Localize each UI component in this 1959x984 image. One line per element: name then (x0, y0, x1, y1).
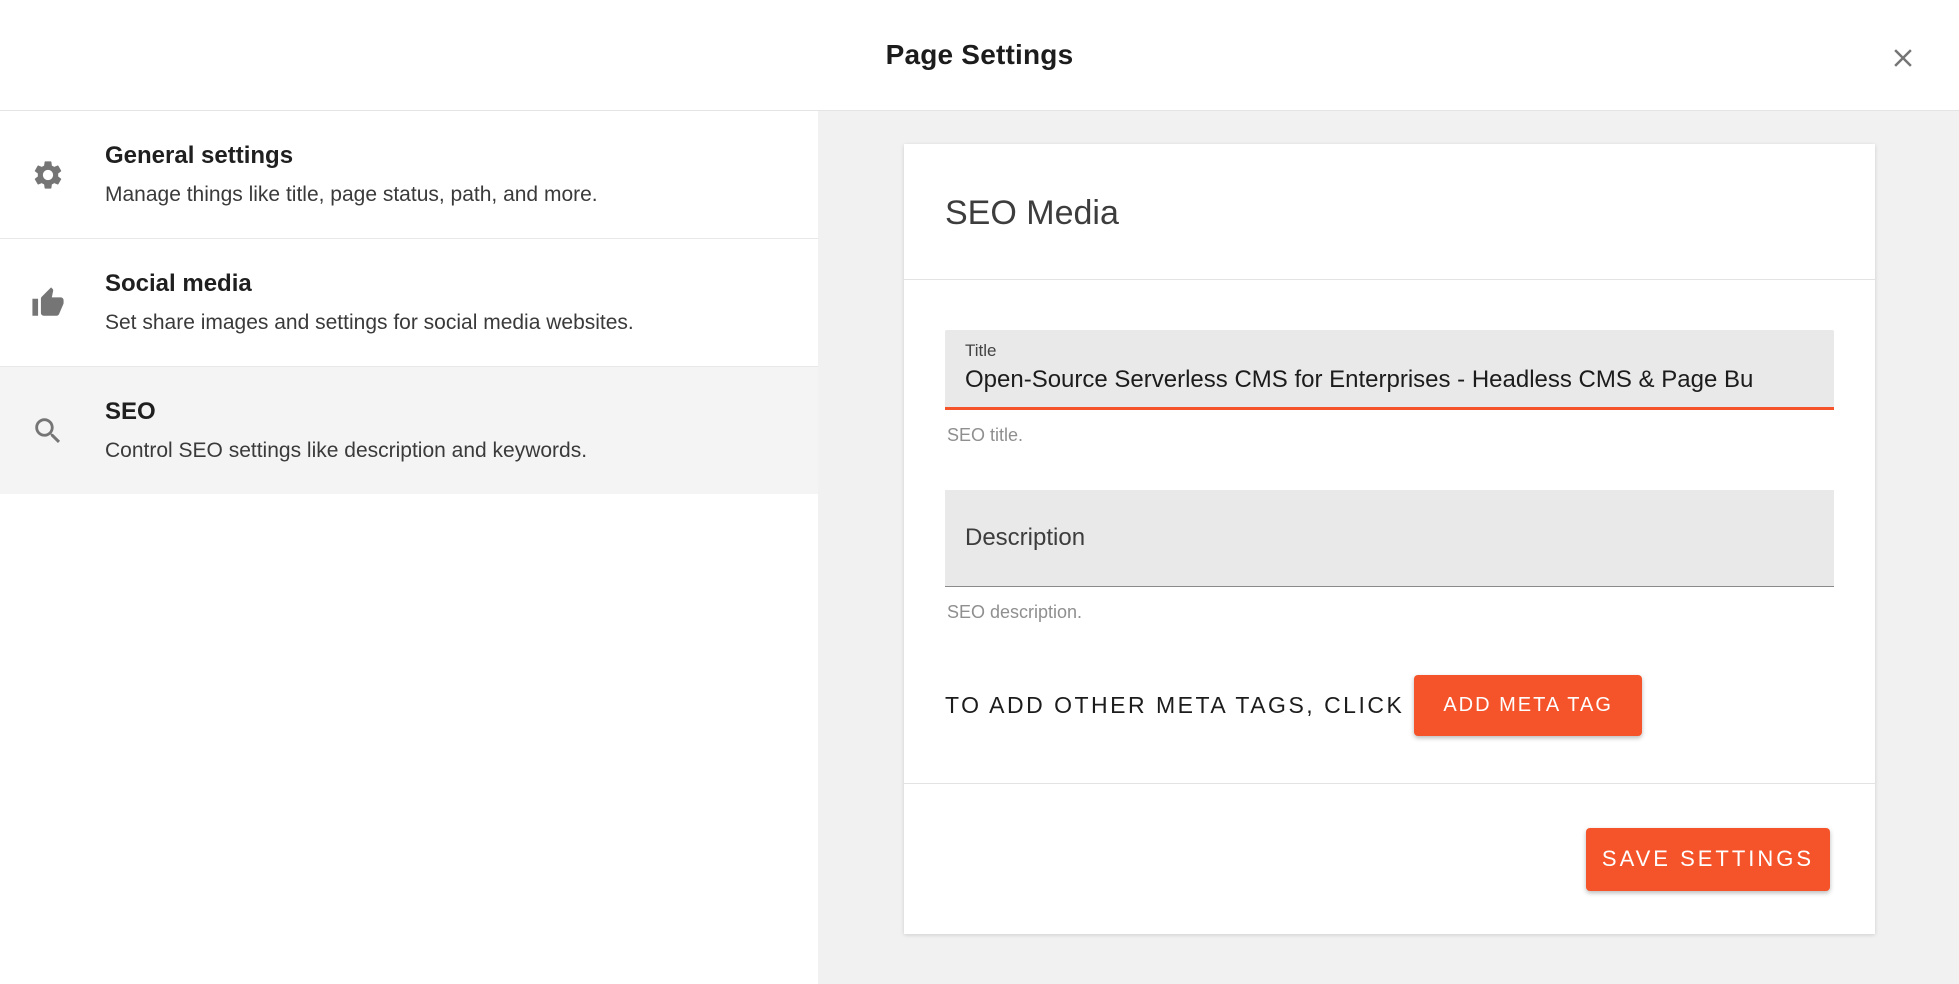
gear-icon (30, 157, 66, 193)
sidebar-item-seo[interactable]: SEO Control SEO settings like descriptio… (0, 367, 818, 494)
seo-description-field (945, 490, 1834, 587)
sidebar-item-description: Manage things like title, page status, p… (105, 183, 778, 207)
settings-panel: SEO Media Title SEO title. SEO descripti… (818, 111, 1959, 984)
seo-title-field: Title (945, 330, 1834, 410)
dialog-title: Page Settings (886, 39, 1074, 71)
meta-tag-row: TO ADD OTHER META TAGS, CLICK ADD META T… (945, 675, 1834, 736)
page-settings-dialog: Page Settings General settings Manage th… (0, 0, 1959, 984)
seo-media-card: SEO Media Title SEO title. SEO descripti… (904, 144, 1875, 934)
settings-sidebar: General settings Manage things like titl… (0, 111, 818, 984)
dialog-body: General settings Manage things like titl… (0, 111, 1959, 984)
seo-title-label: Title (965, 341, 1814, 361)
seo-description-input[interactable] (965, 524, 1814, 552)
sidebar-item-title: SEO (105, 398, 778, 426)
sidebar-item-description: Set share images and settings for social… (105, 311, 778, 335)
seo-title-input[interactable] (965, 366, 1814, 394)
sidebar-item-title: General settings (105, 142, 778, 170)
card-body: Title SEO title. SEO description. TO ADD… (904, 280, 1875, 783)
meta-tag-hint: TO ADD OTHER META TAGS, CLICK (945, 692, 1404, 719)
card-header: SEO Media (904, 144, 1875, 280)
seo-description-helper: SEO description. (947, 602, 1834, 623)
sidebar-item-social-media[interactable]: Social media Set share images and settin… (0, 239, 818, 367)
close-button[interactable] (1886, 41, 1920, 75)
sidebar-item-title: Social media (105, 270, 778, 298)
card-footer: SAVE SETTINGS (904, 783, 1875, 934)
seo-title-helper: SEO title. (947, 425, 1834, 446)
add-meta-tag-button[interactable]: ADD META TAG (1414, 675, 1642, 736)
section-title: SEO Media (945, 194, 1834, 233)
dialog-header: Page Settings (0, 0, 1959, 111)
thumb-up-icon (30, 285, 66, 321)
search-icon (30, 413, 66, 449)
sidebar-item-description: Control SEO settings like description an… (105, 439, 778, 463)
save-settings-button[interactable]: SAVE SETTINGS (1586, 828, 1830, 891)
sidebar-item-general-settings[interactable]: General settings Manage things like titl… (0, 111, 818, 239)
close-icon (1888, 43, 1918, 73)
